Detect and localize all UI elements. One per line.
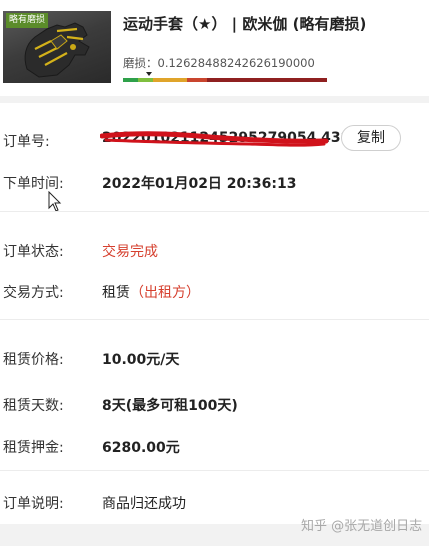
- order-number-label: 订单号:: [3, 134, 50, 150]
- order-note-row: 订单说明: 商品归还成功: [0, 487, 429, 515]
- redaction-scribble: [100, 131, 329, 147]
- rental-deposit-row: 租赁押金: 6280.00元: [0, 431, 429, 459]
- wear-tag: 略有磨损: [6, 13, 49, 28]
- rental-days-label: 租赁天数:: [3, 398, 64, 414]
- rental-deposit-label: 租赁押金:: [3, 440, 64, 456]
- order-time-label: 下单时间:: [3, 176, 64, 192]
- item-thumbnail[interactable]: 略有磨损: [3, 11, 111, 83]
- rental-days-row: 租赁天数: 8天(最多可租100天): [0, 389, 429, 417]
- watermark: 知乎 @张无道创日志: [301, 519, 423, 534]
- order-time-value: 2022年01月02日 20:36:13: [102, 176, 297, 192]
- rental-days-value: 8天(最多可租100天): [102, 398, 238, 414]
- trade-method-label: 交易方式:: [3, 285, 64, 301]
- order-status-value: 交易完成: [102, 244, 158, 260]
- mouse-cursor-icon: [48, 191, 62, 212]
- divider: [0, 319, 429, 320]
- divider: [0, 470, 429, 471]
- item-card[interactable]: 略有磨损 运动手套（★） | 欧米伽 (略有磨损) 磨损：0.126284882…: [0, 0, 429, 96]
- section-gap: [0, 96, 429, 103]
- order-time-row: 下单时间: 2022年01月02日 20:36:13: [0, 167, 429, 195]
- wear-value: 0.12628488242626190000: [157, 56, 315, 70]
- trade-method-role: （出租方）: [130, 285, 200, 301]
- rental-price-row: 租赁价格: 10.00元/天: [0, 343, 429, 371]
- wear-segment-field-tested: [153, 78, 187, 82]
- wear-segment-factory-new: [123, 78, 138, 82]
- rental-price-label: 租赁价格:: [3, 352, 64, 368]
- trade-method-row: 交易方式: 租赁（出租方）: [0, 276, 429, 304]
- wear-label: 磨损：: [123, 56, 158, 70]
- wear-segment-well-worn: [187, 78, 207, 82]
- glove-image: [24, 22, 90, 78]
- wear-readout: 磨损：0.12628488242626190000: [123, 55, 315, 71]
- wear-bar: [123, 78, 327, 82]
- wear-segment-minimal-wear: [138, 78, 153, 82]
- item-title: 运动手套（★） | 欧米伽 (略有磨损): [123, 15, 367, 33]
- rental-price-value: 10.00元/天: [102, 352, 180, 368]
- trade-method-value: 租赁（出租方）: [102, 282, 200, 302]
- copy-button[interactable]: 复制: [341, 125, 401, 151]
- divider: [0, 211, 429, 212]
- order-note-value: 商品归还成功: [102, 496, 186, 512]
- trade-method-type: 租赁: [102, 285, 130, 301]
- wear-marker: [145, 72, 152, 76]
- order-status-row: 订单状态: 交易完成: [0, 235, 429, 263]
- order-note-label: 订单说明:: [3, 496, 64, 512]
- wear-segment-battle-scarred: [207, 78, 327, 82]
- order-status-label: 订单状态:: [3, 244, 64, 260]
- rental-deposit-value: 6280.00元: [102, 440, 180, 456]
